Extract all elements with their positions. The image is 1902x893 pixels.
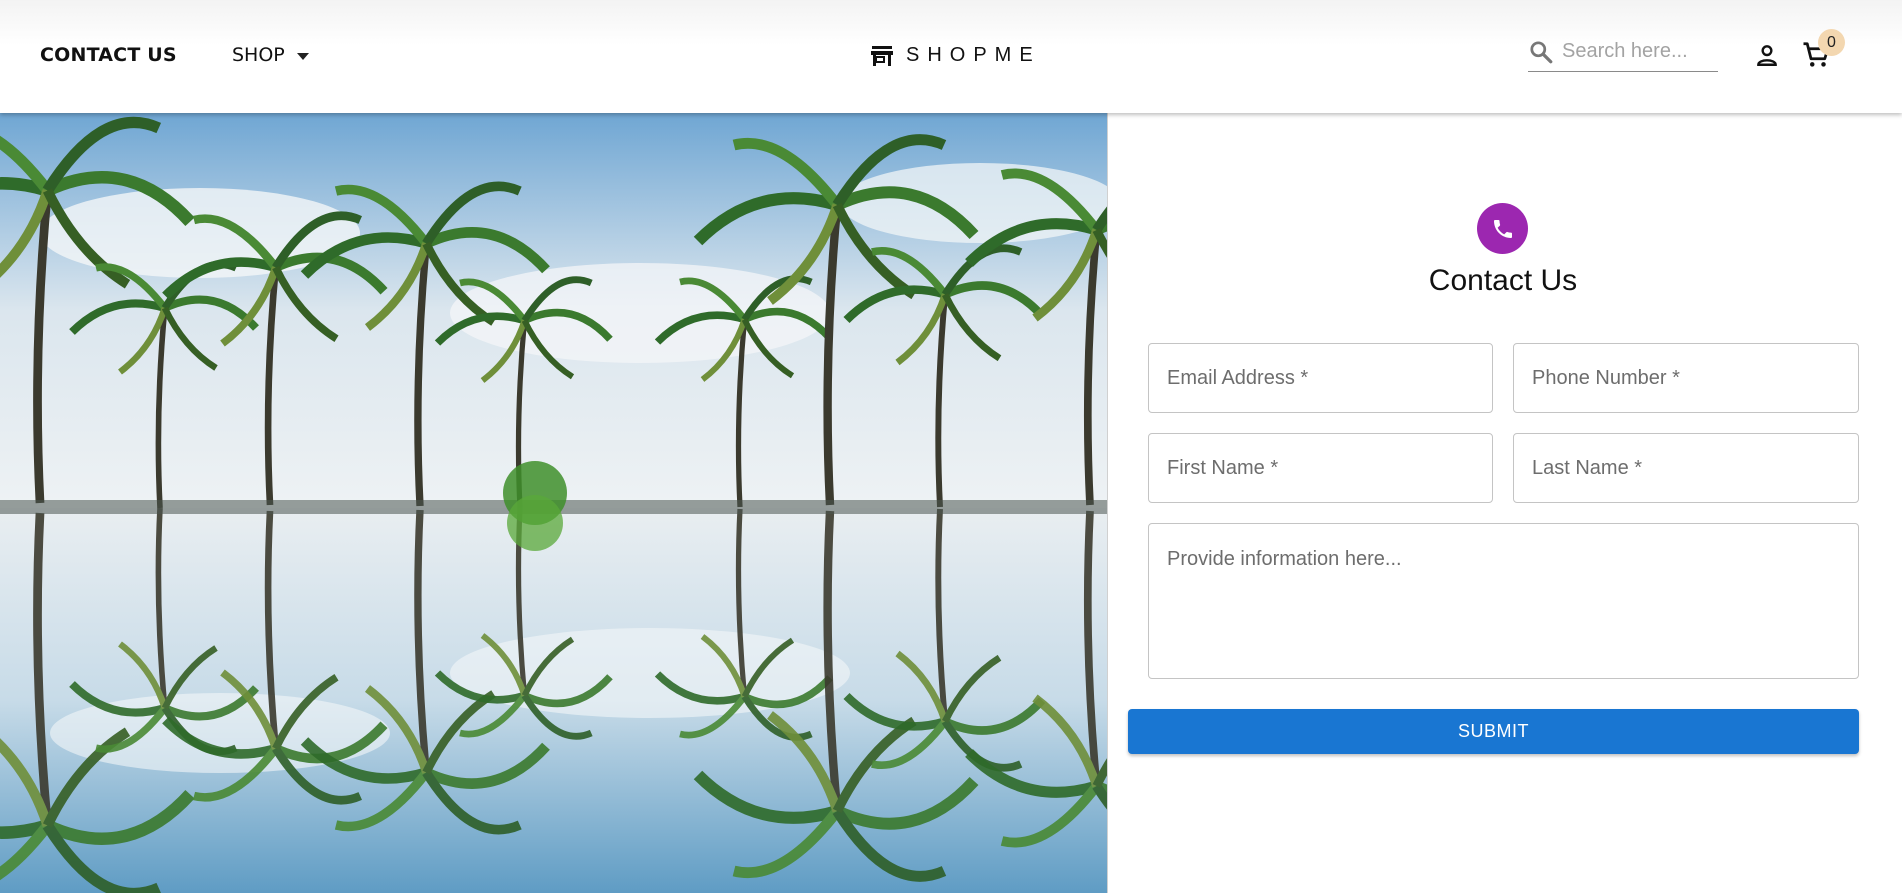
email-input[interactable]: [1167, 366, 1474, 390]
search-box[interactable]: [1528, 32, 1718, 72]
contact-avatar: [1477, 203, 1528, 254]
first-name-field[interactable]: [1148, 433, 1493, 503]
search-input[interactable]: [1562, 40, 1702, 63]
cart-count-badge: 0: [1818, 29, 1845, 56]
phone-input[interactable]: [1532, 366, 1840, 390]
nav-shop-dropdown[interactable]: SHOP: [232, 44, 309, 66]
store-icon: [871, 45, 893, 66]
top-app-bar: CONTACT US SHOP SHOPME 0: [0, 0, 1902, 113]
first-name-input[interactable]: [1167, 456, 1474, 480]
form-title: Contact Us: [1428, 264, 1578, 297]
brand-logo[interactable]: SHOPME: [870, 44, 1041, 67]
submit-button[interactable]: SUBMIT: [1128, 709, 1859, 754]
email-field[interactable]: [1148, 343, 1493, 413]
nav-shop-label: SHOP: [232, 44, 285, 66]
search-icon: [1530, 40, 1553, 63]
information-field[interactable]: [1148, 523, 1859, 679]
brand-name: SHOPME: [906, 44, 1041, 66]
nav-contact-us[interactable]: CONTACT US: [40, 44, 177, 66]
phone-icon: [1493, 219, 1512, 238]
last-name-input[interactable]: [1532, 456, 1840, 480]
information-textarea[interactable]: [1167, 548, 1840, 658]
palm-trees-illustration: [0, 113, 1108, 893]
caret-down-icon: [296, 52, 309, 60]
hero-image-palm-reflection: [0, 113, 1108, 893]
person-icon[interactable]: [1754, 42, 1780, 68]
last-name-field[interactable]: [1513, 433, 1859, 503]
phone-field[interactable]: [1513, 343, 1859, 413]
